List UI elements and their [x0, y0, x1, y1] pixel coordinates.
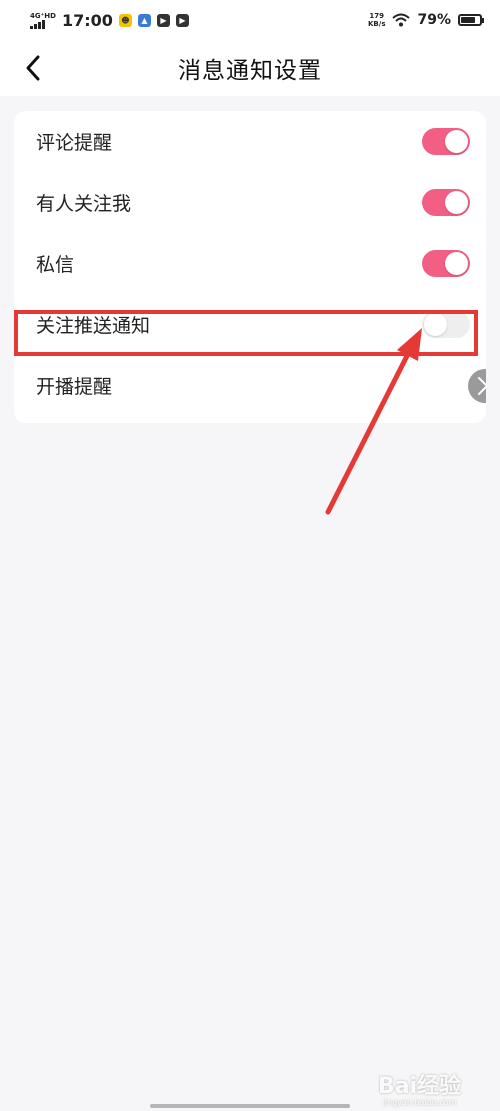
- speed-value: 179: [369, 12, 385, 20]
- setting-row-live-reminder[interactable]: 开播提醒: [14, 355, 486, 416]
- network-type: 4G⁺HD: [30, 11, 56, 20]
- toggle-knob: [445, 191, 468, 214]
- live-reminder-chevron-button[interactable]: [468, 369, 486, 403]
- battery-icon: [458, 14, 484, 26]
- follow-push-toggle[interactable]: [422, 311, 470, 338]
- signal-bars-icon: [30, 19, 45, 29]
- watermark-url: jingyan.baidu.com: [382, 1098, 457, 1107]
- app-header: 消息通知设置: [0, 40, 500, 96]
- back-button[interactable]: [16, 50, 52, 86]
- battery-percent: 79%: [417, 12, 451, 28]
- setting-row-comment-reminder: 评论提醒: [14, 111, 486, 172]
- notification-video-icon: ▶: [175, 13, 189, 27]
- status-bar: 4G⁺HD 17:00 ☻ ▲ ▶ ▶ 179 KB/s 79%: [0, 0, 500, 40]
- toggle-knob: [445, 130, 468, 153]
- watermark-logo: Bai经验: [378, 1074, 462, 1099]
- network-speed: 179 KB/s: [368, 12, 385, 28]
- toggle-knob: [445, 252, 468, 275]
- watermark: Bai经验 jingyan.baidu.com: [378, 1068, 461, 1107]
- setting-label: 私信: [36, 254, 75, 276]
- notification-game-icon: ▲: [137, 13, 151, 27]
- page-title: 消息通知设置: [178, 58, 322, 84]
- wifi-icon: [392, 13, 411, 27]
- setting-row-private-message: 私信: [14, 233, 486, 294]
- setting-row-new-follower: 有人关注我: [14, 172, 486, 233]
- chevron-right-icon: [478, 377, 486, 395]
- battery-level: [461, 17, 476, 23]
- notification-app-icon: ☻: [118, 13, 132, 27]
- setting-label: 有人关注我: [36, 193, 132, 215]
- toggle-knob: [424, 313, 447, 336]
- notification-video-icon: ▶: [156, 13, 170, 27]
- home-indicator[interactable]: [150, 1104, 350, 1108]
- cellular-signal: 4G⁺HD: [30, 12, 56, 29]
- clock: 17:00: [61, 10, 113, 30]
- speed-unit: KB/s: [368, 20, 386, 28]
- settings-list: 评论提醒 有人关注我 私信 关注推送通知 开播提醒: [14, 111, 486, 423]
- setting-row-follow-push: 关注推送通知: [14, 294, 486, 355]
- setting-label: 开播提醒: [36, 376, 113, 398]
- setting-label: 关注推送通知: [36, 315, 151, 337]
- setting-label: 评论提醒: [36, 132, 113, 154]
- private-message-toggle[interactable]: [422, 250, 470, 277]
- chevron-left-icon: [26, 55, 40, 81]
- new-follower-toggle[interactable]: [422, 189, 470, 216]
- comment-reminder-toggle[interactable]: [422, 128, 470, 155]
